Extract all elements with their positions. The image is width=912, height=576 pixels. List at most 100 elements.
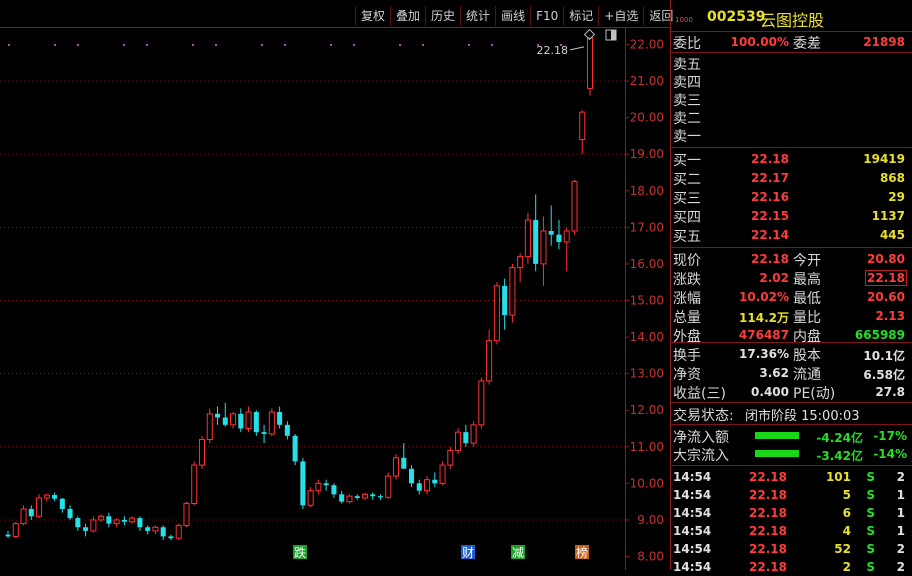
candle-body[interactable] xyxy=(59,498,65,509)
flow-label: 净流入额 xyxy=(673,430,729,446)
toolbar-button-0[interactable]: 复权 xyxy=(355,6,390,26)
candle-body[interactable] xyxy=(517,256,524,269)
kline-chart[interactable]: 22.00 21.00 20.00 19.00 18.00 17.00 16.00 15.00… xyxy=(0,0,670,570)
candle-body[interactable] xyxy=(191,464,198,504)
candlestick-plot[interactable]: 22.00 21.00 20.00 19.00 18.00 17.00 16.00 15.00… xyxy=(0,0,670,570)
y-tick-label: 20.00 xyxy=(630,111,664,125)
candle-body[interactable] xyxy=(52,495,58,499)
candle-body[interactable] xyxy=(168,536,174,539)
candle-body[interactable] xyxy=(300,461,306,506)
candle-body[interactable] xyxy=(486,340,493,382)
fund-label: 净资 xyxy=(673,367,701,383)
candle-body[interactable] xyxy=(361,493,368,499)
candle-body[interactable] xyxy=(493,285,500,342)
candle-body[interactable] xyxy=(370,494,376,497)
toolbar-button-6[interactable]: 标记 xyxy=(563,6,598,26)
candle-body[interactable] xyxy=(20,508,27,525)
candle-body[interactable] xyxy=(377,496,384,498)
toolbar-button-2[interactable]: 历史 xyxy=(425,6,460,26)
candle-body[interactable] xyxy=(245,411,252,430)
candle-body[interactable] xyxy=(43,494,50,499)
candle-body[interactable] xyxy=(113,519,120,525)
quote-value: 20.60 xyxy=(867,290,905,304)
candle-body[interactable] xyxy=(5,534,11,537)
candle-body[interactable] xyxy=(331,485,337,495)
candle-body[interactable] xyxy=(323,483,329,486)
candle-body[interactable] xyxy=(67,508,73,519)
candle-body[interactable] xyxy=(253,412,259,433)
candle-body[interactable] xyxy=(432,479,438,484)
candle-body[interactable] xyxy=(502,285,508,316)
candle-body[interactable] xyxy=(121,519,127,522)
candle-body[interactable] xyxy=(106,516,112,524)
candle-body[interactable] xyxy=(277,412,283,425)
candle-body[interactable] xyxy=(145,527,151,531)
candle-body[interactable] xyxy=(408,468,415,484)
candle-body[interactable] xyxy=(571,181,578,232)
candle-body[interactable] xyxy=(230,413,237,426)
stock-code-small: 1000 xyxy=(675,16,693,24)
candle-body[interactable] xyxy=(268,411,275,435)
candle-body[interactable] xyxy=(214,413,221,418)
candle-body[interactable] xyxy=(478,380,485,426)
candle-body[interactable] xyxy=(238,413,244,429)
quote-row: 涨跌 2.02 最高 22.18 xyxy=(671,269,912,288)
toolbar-button-7[interactable]: +自选 xyxy=(598,6,643,26)
candle-body[interactable] xyxy=(12,523,19,537)
candle-body[interactable] xyxy=(548,230,554,235)
candle-body[interactable] xyxy=(284,424,290,436)
candle-body[interactable] xyxy=(424,479,431,492)
candle-body[interactable] xyxy=(579,111,586,141)
candle-body[interactable] xyxy=(392,457,400,477)
candle-body[interactable] xyxy=(470,424,477,444)
y-tick-label: 16.00 xyxy=(630,257,664,271)
stock-code: 002539 xyxy=(707,9,766,25)
candle-body[interactable] xyxy=(439,464,446,484)
candle-body[interactable] xyxy=(556,234,562,242)
candle-body[interactable] xyxy=(152,526,159,532)
candle-body[interactable] xyxy=(339,494,345,502)
candle-body[interactable] xyxy=(354,496,360,498)
candle-body[interactable] xyxy=(198,438,206,466)
candle-body[interactable] xyxy=(261,432,267,434)
candle-body[interactable] xyxy=(509,267,516,316)
candle-body[interactable] xyxy=(563,230,570,243)
fund-value: 17.36% xyxy=(739,347,789,361)
toolbar-button-3[interactable]: 统计 xyxy=(460,6,495,26)
candle-body[interactable] xyxy=(385,475,392,498)
candle-body[interactable] xyxy=(463,432,469,444)
toolbar-button-4[interactable]: 画线 xyxy=(495,6,530,26)
buy-row: 买一 22.18 19419 xyxy=(671,150,912,169)
candle-body[interactable] xyxy=(315,482,322,492)
candle-body[interactable] xyxy=(36,497,43,517)
candle-body[interactable] xyxy=(160,527,166,537)
candle-body[interactable] xyxy=(83,527,89,531)
candle-body[interactable] xyxy=(90,519,97,532)
candle-body[interactable] xyxy=(98,515,105,521)
tick-price: 22.18 xyxy=(749,542,787,556)
candle-body[interactable] xyxy=(292,435,298,462)
candle-body[interactable] xyxy=(175,524,182,539)
ratio-label: 委比 xyxy=(673,36,701,52)
candle-body[interactable] xyxy=(346,495,353,503)
candle-body[interactable] xyxy=(137,518,143,528)
candle-body[interactable] xyxy=(533,220,539,264)
candle-body[interactable] xyxy=(206,413,213,440)
candle-body[interactable] xyxy=(447,449,454,466)
event-dot xyxy=(330,44,332,46)
candle-body[interactable] xyxy=(540,230,547,265)
candle-body[interactable] xyxy=(401,457,407,469)
candle-body[interactable] xyxy=(28,508,34,517)
candle-body[interactable] xyxy=(75,518,81,528)
toolbar-button-5[interactable]: F10 xyxy=(530,6,563,26)
candle-body[interactable] xyxy=(455,431,462,451)
candle-body[interactable] xyxy=(586,37,594,89)
fund-row: 收益(三) 0.400 PE(动) 27.8 xyxy=(671,383,912,402)
toolbar-button-1[interactable]: 叠加 xyxy=(390,6,425,26)
candle-body[interactable] xyxy=(222,417,228,425)
candle-body[interactable] xyxy=(307,490,314,506)
candle-body[interactable] xyxy=(183,502,190,526)
candle-body[interactable] xyxy=(129,517,136,523)
candle-body[interactable] xyxy=(524,219,531,258)
candle-body[interactable] xyxy=(416,483,422,491)
